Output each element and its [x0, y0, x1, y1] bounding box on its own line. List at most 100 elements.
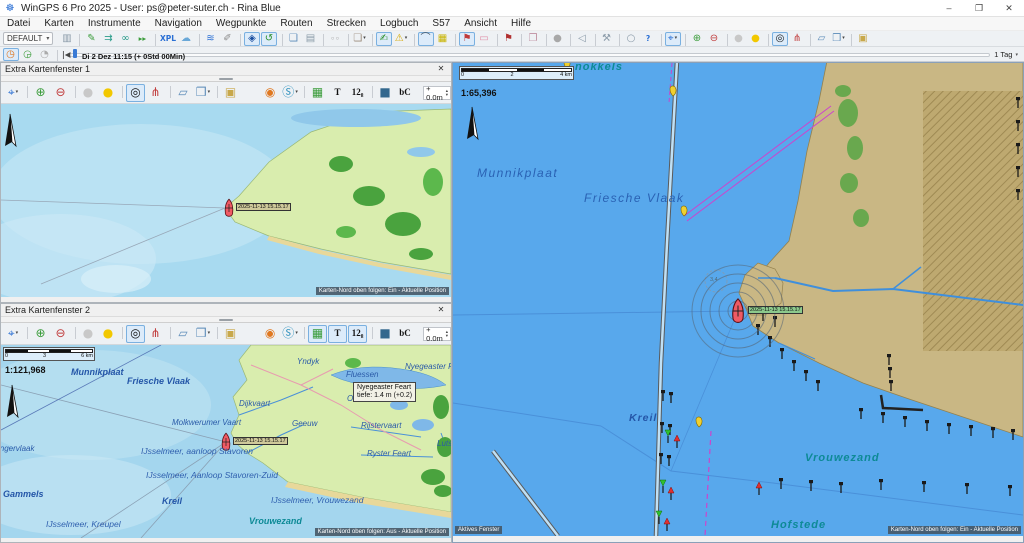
time-simulation-icon[interactable]: ◶: [20, 48, 36, 61]
window1-close-icon[interactable]: ✕: [435, 63, 447, 75]
pan-icon[interactable]: ⌖▾: [665, 32, 681, 46]
text-labels-icon[interactable]: T: [328, 325, 347, 343]
quality-grid-icon[interactable]: ▦: [308, 325, 327, 343]
window1-chart-canvas[interactable]: 2025-11-13 15.15.17 Karten-Nord oben fol…: [1, 104, 451, 297]
depth-numbers-icon[interactable]: 12₈: [348, 325, 367, 343]
chart-folder-icon[interactable]: ▣: [855, 32, 871, 46]
light-on-icon[interactable]: ●: [99, 84, 118, 102]
bridge-icon[interactable]: ⌒: [418, 32, 434, 46]
boat-position-label[interactable]: 2025-11-13 15.15.17: [236, 203, 291, 211]
menu-item-wegpunkte[interactable]: Wegpunkte: [209, 18, 273, 29]
tools-icon[interactable]: ⚒: [599, 32, 615, 46]
bc-icon[interactable]: bC: [396, 325, 415, 343]
deep-water-icon[interactable]: ■: [376, 84, 395, 102]
menu-item-routen[interactable]: Routen: [273, 18, 319, 29]
zoom-in-icon[interactable]: ⊕: [31, 84, 50, 102]
main-chart-canvas[interactable]: nokkelsMunnikplaatFriesche VlaakKreilVro…: [453, 63, 1023, 536]
weather-icon[interactable]: ☁: [178, 32, 194, 46]
light-on-icon[interactable]: ●: [99, 325, 118, 343]
tide-icon[interactable]: ≋: [203, 32, 219, 46]
help-icon[interactable]: ?: [640, 32, 656, 46]
sound-icon[interactable]: ◁: [574, 32, 590, 46]
center-position-icon[interactable]: ◉: [261, 84, 280, 102]
chart-s57-icon[interactable]: Ⓢ▾: [281, 325, 300, 343]
menu-item-datei[interactable]: Datei: [0, 18, 37, 29]
boat-position-label[interactable]: 2025-11-13 15.15.17: [748, 306, 803, 314]
time-slider[interactable]: [70, 53, 990, 57]
fuel-drops-icon[interactable]: ◦◦: [327, 32, 343, 46]
minimize-button[interactable]: –: [934, 0, 964, 17]
chart-folder-icon[interactable]: ▣: [221, 325, 240, 343]
quality-grid-icon[interactable]: ▦: [308, 84, 327, 102]
chart-work-icon[interactable]: ✍: [376, 32, 392, 46]
pan-icon[interactable]: ⌖▾: [4, 84, 23, 102]
window2-chart[interactable]: [1, 345, 451, 538]
target-rings-icon[interactable]: ◎: [126, 84, 145, 102]
menu-item-karten[interactable]: Karten: [37, 18, 80, 29]
time-slider-thumb[interactable]: [73, 49, 77, 58]
chart-s57-icon[interactable]: Ⓢ▾: [281, 84, 300, 102]
window2-close-icon[interactable]: ✕: [435, 304, 447, 316]
pan-icon[interactable]: ⌖▾: [4, 325, 23, 343]
route-create-icon[interactable]: ✎: [83, 32, 99, 46]
chart-preview-icon[interactable]: ▱: [814, 32, 830, 46]
center-position-icon[interactable]: ◉: [261, 325, 280, 343]
globe-icon[interactable]: ●: [550, 32, 566, 46]
menu-item-navigation[interactable]: Navigation: [148, 18, 209, 29]
lock-station-icon[interactable]: ▦: [435, 32, 451, 46]
instrument-panel-icon[interactable]: ▥: [59, 32, 75, 46]
tile-windows-icon[interactable]: ❐: [525, 32, 541, 46]
menu-item-ansicht[interactable]: Ansicht: [457, 18, 504, 29]
chart-preview-icon[interactable]: ▱: [174, 84, 193, 102]
time-range-dropdown[interactable]: 1 Tag▾: [994, 50, 1018, 59]
route-branch-icon[interactable]: ⋔: [789, 32, 805, 46]
menu-item-logbuch[interactable]: Logbuch: [373, 18, 425, 29]
chart-folder-icon[interactable]: ▣: [221, 84, 240, 102]
route-branch-icon[interactable]: ⋔: [146, 325, 165, 343]
layers-icon[interactable]: ❏▾: [352, 32, 368, 46]
marker-flag-icon[interactable]: ⚑: [501, 32, 517, 46]
profile-dropdown[interactable]: DEFAULT▾: [3, 32, 53, 45]
target-rings-icon[interactable]: ◎: [126, 325, 145, 343]
boat-position-label[interactable]: 2025-11-13 15.15.17: [233, 437, 288, 445]
chart-copy-icon[interactable]: ❑: [286, 32, 302, 46]
search-icon[interactable]: ○: [623, 32, 639, 46]
chart-select-icon[interactable]: ❒▾: [831, 32, 847, 46]
instrument-display-icon[interactable]: ▤: [303, 32, 319, 46]
menu-item-instrumente[interactable]: Instrumente: [81, 18, 148, 29]
light-off-icon[interactable]: ●: [731, 32, 747, 46]
deep-water-icon[interactable]: ■: [376, 325, 395, 343]
zoom-in-icon[interactable]: ⊕: [31, 325, 50, 343]
area-select-icon[interactable]: ▭: [476, 32, 492, 46]
menu-item-hilfe[interactable]: Hilfe: [504, 18, 538, 29]
time-realtime-icon[interactable]: ◷: [3, 48, 19, 61]
target-rings-icon[interactable]: ◎: [772, 32, 788, 46]
waypoint-pair-icon[interactable]: ∞: [117, 32, 133, 46]
zoom-out-icon[interactable]: ⊖: [706, 32, 722, 46]
xpl-icon[interactable]: XPL: [159, 32, 177, 46]
start-navigation-icon[interactable]: ▸▸: [134, 32, 150, 46]
depth-offset-stepper[interactable]: + 0.0m ▴▾: [423, 327, 451, 341]
bc-icon[interactable]: bC: [396, 84, 415, 102]
chart-select-icon[interactable]: ❒▾: [194, 325, 213, 343]
main-chart[interactable]: [453, 63, 1023, 536]
zoom-in-icon[interactable]: ⊕: [689, 32, 705, 46]
wind-vane-icon[interactable]: ⚑: [459, 32, 475, 46]
close-button[interactable]: ✕: [994, 0, 1024, 17]
route-connect-icon[interactable]: ⇉: [100, 32, 116, 46]
text-labels-icon[interactable]: T: [328, 84, 347, 102]
time-pair-icon[interactable]: ◔: [37, 48, 53, 61]
light-off-icon[interactable]: ●: [79, 84, 98, 102]
depth-offset-stepper[interactable]: + 0.0m ▴▾: [423, 86, 451, 100]
light-on-icon[interactable]: ●: [748, 32, 764, 46]
chart-preview-icon[interactable]: ▱: [174, 325, 193, 343]
window2-chart-canvas[interactable]: Koudumer FeartMunnikplaatFriesche VlaakY…: [1, 345, 451, 538]
chart-select-icon[interactable]: ❒▾: [194, 84, 213, 102]
light-off-icon[interactable]: ●: [79, 325, 98, 343]
menu-item-strecken[interactable]: Strecken: [320, 18, 373, 29]
zoom-out-icon[interactable]: ⊖: [51, 84, 70, 102]
menu-item-s57[interactable]: S57: [425, 18, 457, 29]
depth-numbers-icon[interactable]: 12₈: [348, 84, 367, 102]
zoom-out-icon[interactable]: ⊖: [51, 325, 70, 343]
warning-icon[interactable]: ⚠▾: [393, 32, 409, 46]
